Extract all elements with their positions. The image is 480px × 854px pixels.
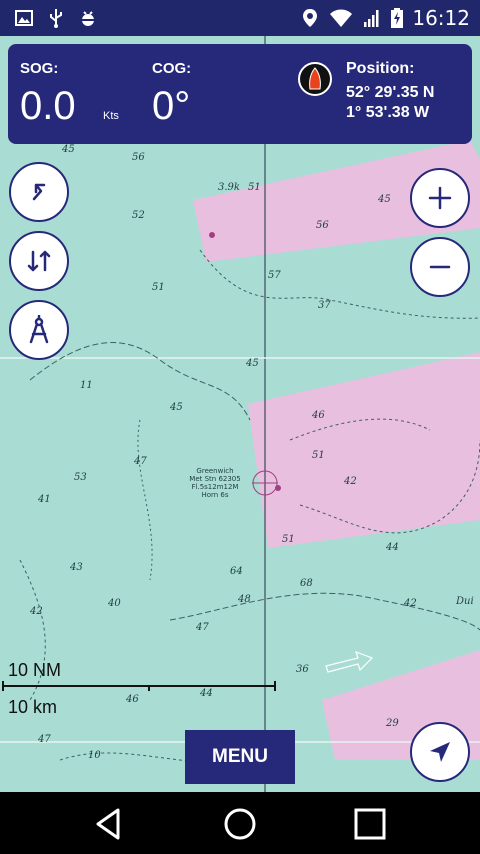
route-arrow-icon — [32, 183, 46, 201]
svg-text:46: 46 — [311, 410, 325, 421]
android-nav-bar — [0, 792, 480, 854]
svg-text:45: 45 — [169, 402, 183, 413]
scale-nm-label: 10 NM — [8, 660, 62, 680]
home-icon[interactable] — [222, 806, 258, 842]
latitude-value: 52° 29'.35 N — [346, 84, 435, 101]
svg-text:64: 64 — [230, 566, 243, 577]
svg-text:42: 42 — [29, 606, 43, 617]
plus-icon — [428, 186, 452, 210]
svg-text:47: 47 — [37, 734, 51, 745]
scale-tick — [274, 681, 276, 691]
chart-canvas: 45 56 3.9k 51 52 56 45 57 51 37 45 11 45… — [0, 36, 480, 792]
sog-unit: Kts — [103, 110, 119, 122]
svg-text:57: 57 — [268, 270, 281, 281]
svg-text:56: 56 — [132, 152, 145, 163]
svg-text:44: 44 — [199, 688, 213, 699]
svg-text:51: 51 — [248, 182, 261, 193]
svg-text:47: 47 — [195, 622, 209, 633]
zoom-in-button[interactable] — [410, 168, 470, 228]
svg-text:Met Stn 62305: Met Stn 62305 — [189, 475, 240, 483]
wifi-icon — [330, 9, 353, 27]
svg-text:51: 51 — [312, 450, 325, 461]
route-button[interactable] — [9, 162, 69, 222]
svg-text:43: 43 — [69, 562, 83, 573]
sog-value: 0.0 — [20, 84, 76, 128]
svg-text:37: 37 — [318, 300, 331, 311]
svg-text:Greenwich: Greenwich — [196, 467, 233, 475]
cog-label: COG: — [152, 60, 192, 77]
swap-vertical-icon — [27, 250, 51, 272]
svg-text:46: 46 — [125, 694, 139, 705]
location-icon — [303, 9, 318, 27]
cog-value: 0° — [152, 84, 191, 128]
svg-text:52: 52 — [132, 210, 145, 221]
svg-text:47: 47 — [133, 456, 147, 467]
svg-text:Fl.5s12m12M: Fl.5s12m12M — [192, 483, 239, 491]
scale-km-label: 10 km — [8, 697, 58, 717]
signal-icon — [364, 10, 379, 27]
minus-icon — [429, 265, 451, 269]
svg-text:51: 51 — [152, 282, 165, 293]
svg-text:42: 42 — [403, 598, 417, 609]
svg-text:56: 56 — [316, 220, 329, 231]
nautical-chart[interactable]: 45 56 3.9k 51 52 56 45 57 51 37 45 11 45… — [0, 36, 480, 792]
swap-direction-button[interactable] — [9, 231, 69, 291]
svg-text:44: 44 — [385, 542, 399, 553]
scale-tick — [2, 681, 4, 691]
svg-text:45: 45 — [377, 194, 391, 205]
android-debug-icon — [81, 11, 95, 26]
locate-me-button[interactable] — [410, 722, 470, 782]
svg-text:53: 53 — [74, 472, 87, 483]
measure-button[interactable] — [9, 300, 69, 360]
svg-text:41: 41 — [37, 494, 51, 505]
zoom-out-button[interactable] — [410, 237, 470, 297]
recents-icon[interactable] — [352, 806, 388, 842]
svg-text:Dui: Dui — [455, 596, 474, 607]
usb-icon — [50, 9, 62, 28]
position-label: Position: — [346, 60, 415, 77]
svg-text:45: 45 — [245, 358, 259, 369]
sog-label: SOG: — [20, 60, 59, 77]
svg-text:48: 48 — [237, 594, 251, 605]
scale-tick — [148, 685, 150, 691]
svg-text:51: 51 — [282, 534, 295, 545]
svg-text:42: 42 — [343, 476, 357, 487]
scale-bar — [3, 685, 275, 687]
menu-button[interactable]: MENU — [185, 730, 295, 784]
svg-text:Horn 6s: Horn 6s — [201, 491, 228, 499]
clock: 16:12 — [412, 6, 470, 30]
navigation-arrow-icon — [430, 742, 450, 762]
svg-text:11: 11 — [80, 380, 93, 391]
navigation-info-panel: SOG: 0.0 Kts COG: 0° Position: 52° 29'.3… — [8, 44, 472, 144]
svg-text:3.9k: 3.9k — [218, 182, 240, 193]
battery-charging-icon — [391, 8, 404, 28]
svg-text:10: 10 — [88, 750, 101, 761]
svg-text:36: 36 — [296, 664, 309, 675]
compass-boat-icon[interactable] — [298, 62, 332, 96]
image-icon — [15, 10, 33, 26]
compass-divider-icon — [29, 315, 49, 344]
back-icon[interactable] — [90, 806, 126, 842]
svg-text:29: 29 — [385, 718, 399, 729]
longitude-value: 1° 53'.38 W — [346, 104, 430, 121]
status-bar: 16:12 — [0, 0, 480, 36]
svg-text:40: 40 — [107, 598, 121, 609]
svg-text:45: 45 — [61, 144, 75, 155]
svg-text:68: 68 — [300, 578, 313, 589]
